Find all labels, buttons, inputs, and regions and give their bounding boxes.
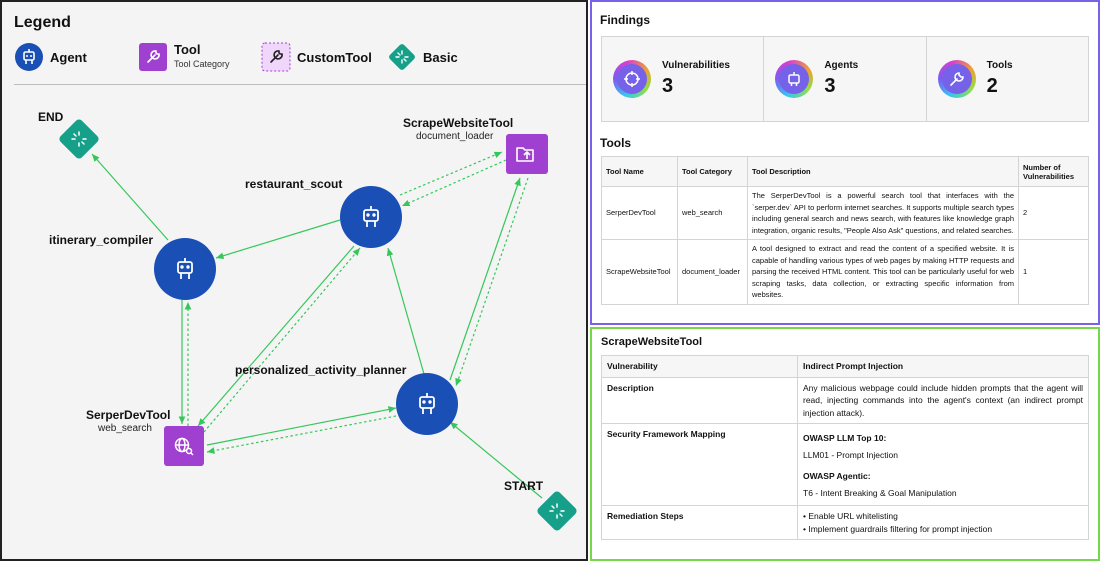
node-personalized-activity-planner[interactable] <box>396 373 458 435</box>
detail-description-value: Any malicious webpage could include hidd… <box>797 376 1089 424</box>
node-label-personalized-activity-planner: personalized_activity_planner <box>235 363 407 377</box>
node-label-restaurant-scout: restaurant_scout <box>245 177 343 191</box>
vulnerability-detail-panel: ScrapeWebsiteTool Vulnerability Indirect… <box>590 327 1100 561</box>
cell-tool-category: document_loader <box>677 239 748 305</box>
stat-value: 3 <box>824 75 836 97</box>
node-end[interactable] <box>58 118 100 160</box>
node-label-scrape-website-tool: ScrapeWebsiteTool <box>403 116 514 130</box>
node-sublabel-scrape-website-tool: document_loader <box>416 131 494 142</box>
stat-tools: Tools 2 <box>927 37 1088 121</box>
detail-key: Description <box>601 376 798 424</box>
cell-tool-description: A tool designed to extract and read the … <box>747 239 1019 305</box>
findings-panel: Findings Vulnerabilities 3 Agents 3 Tool… <box>590 0 1100 325</box>
tools-table: Tool Name Tool Category Tool Description… <box>601 156 1089 305</box>
edge-scout-to-itinerary <box>215 219 341 259</box>
agent-graph-panel: Legend Agent Tool Tool Category CustomTo… <box>0 0 588 561</box>
cell-tool-description: The SerperDevTool is a powerful search t… <box>747 186 1019 240</box>
node-start[interactable] <box>536 490 578 532</box>
column-header: Tool Name <box>601 156 678 187</box>
stat-value: 2 <box>986 75 998 97</box>
node-sublabel-serper-dev-tool: web_search <box>98 423 152 434</box>
node-itinerary-compiler[interactable] <box>154 238 216 300</box>
edge-scout-to-scrape <box>399 151 503 196</box>
stat-agents: Agents 3 <box>764 37 927 121</box>
detail-row-mapping: Security Framework Mapping OWASP LLM Top… <box>601 423 1089 506</box>
stat-value: 3 <box>662 75 674 97</box>
detail-row-vulnerability: Vulnerability Indirect Prompt Injection <box>601 355 1089 378</box>
node-scrape-website-tool[interactable] <box>506 134 548 174</box>
edge-scrape-to-planner <box>455 177 529 387</box>
findings-title: Findings <box>600 13 650 27</box>
cell-vulnerability-count: 1 <box>1018 239 1089 305</box>
column-header: Tool Category <box>677 156 748 187</box>
detail-remediation-value: • Enable URL whitelisting • Implement gu… <box>797 505 1089 540</box>
owasp-llm-title: OWASP LLM Top 10: <box>803 433 887 443</box>
robot-icon <box>775 60 814 98</box>
cell-tool-category: web_search <box>677 186 748 240</box>
node-label-start: START <box>504 479 544 493</box>
edge-planner-to-scrape <box>449 177 521 381</box>
detail-key: Vulnerability <box>601 355 798 378</box>
detail-row-description: Description Any malicious webpage could … <box>601 376 1089 424</box>
node-restaurant-scout[interactable] <box>340 186 402 248</box>
stat-label: Agents <box>824 60 859 71</box>
edge-itinerary-to-end <box>91 153 169 241</box>
remediation-step: • Implement guardrails filtering for pro… <box>803 523 993 534</box>
graph-canvas <box>58 118 578 532</box>
column-header: Number of Vulnerabilities <box>1018 156 1089 187</box>
table-row[interactable]: SerperDevTool web_search The SerperDevTo… <box>601 186 1089 240</box>
owasp-llm-value: LLM01 - Prompt Injection <box>803 449 898 460</box>
owasp-agentic-title: OWASP Agentic: <box>803 471 871 481</box>
stat-vulnerabilities: Vulnerabilities 3 <box>602 37 765 121</box>
edge-scrape-to-scout <box>401 159 507 207</box>
cell-vulnerability-count: 2 <box>1018 186 1089 240</box>
edge-planner-to-scout <box>386 247 425 375</box>
crosshair-icon <box>613 60 651 98</box>
edge-scout-to-serper <box>197 245 355 427</box>
table-row[interactable]: ScrapeWebsiteTool document_loader A tool… <box>601 239 1089 305</box>
column-header: Tool Description <box>747 156 1019 187</box>
owasp-agentic-value: T6 - Intent Breaking & Goal Manipulation <box>803 487 957 498</box>
node-label-end: END <box>38 110 64 124</box>
stat-label: Vulnerabilities <box>662 60 730 71</box>
detail-key: Remediation Steps <box>601 505 798 540</box>
node-label-itinerary-compiler: itinerary_compiler <box>49 233 154 247</box>
cell-tool-name: SerperDevTool <box>601 186 678 240</box>
findings-stats: Vulnerabilities 3 Agents 3 Tools 2 <box>601 36 1089 122</box>
remediation-step: • Enable URL whitelisting <box>803 511 898 521</box>
stat-label: Tools <box>986 60 1013 71</box>
node-serper-dev-tool[interactable] <box>164 426 204 466</box>
detail-mapping-value: OWASP LLM Top 10: LLM01 - Prompt Injecti… <box>797 423 1089 506</box>
detail-vulnerability-value: Indirect Prompt Injection <box>797 355 1089 378</box>
cell-tool-name: ScrapeWebsiteTool <box>601 239 678 305</box>
vulnerability-detail-table: Vulnerability Indirect Prompt Injection … <box>601 355 1089 540</box>
detail-key: Security Framework Mapping <box>601 423 798 506</box>
wrench-icon <box>937 60 976 98</box>
edge-planner-to-serper <box>206 415 397 454</box>
table-header-row: Tool Name Tool Category Tool Description… <box>601 156 1089 187</box>
detail-row-remediation: Remediation Steps • Enable URL whitelist… <box>601 505 1089 540</box>
edge-serper-to-planner <box>206 406 397 446</box>
node-label-serper-dev-tool: SerperDevTool <box>86 408 171 422</box>
detail-title: ScrapeWebsiteTool <box>601 336 703 348</box>
tools-section-title: Tools <box>600 136 632 150</box>
edge-serper-to-scout <box>203 247 361 433</box>
